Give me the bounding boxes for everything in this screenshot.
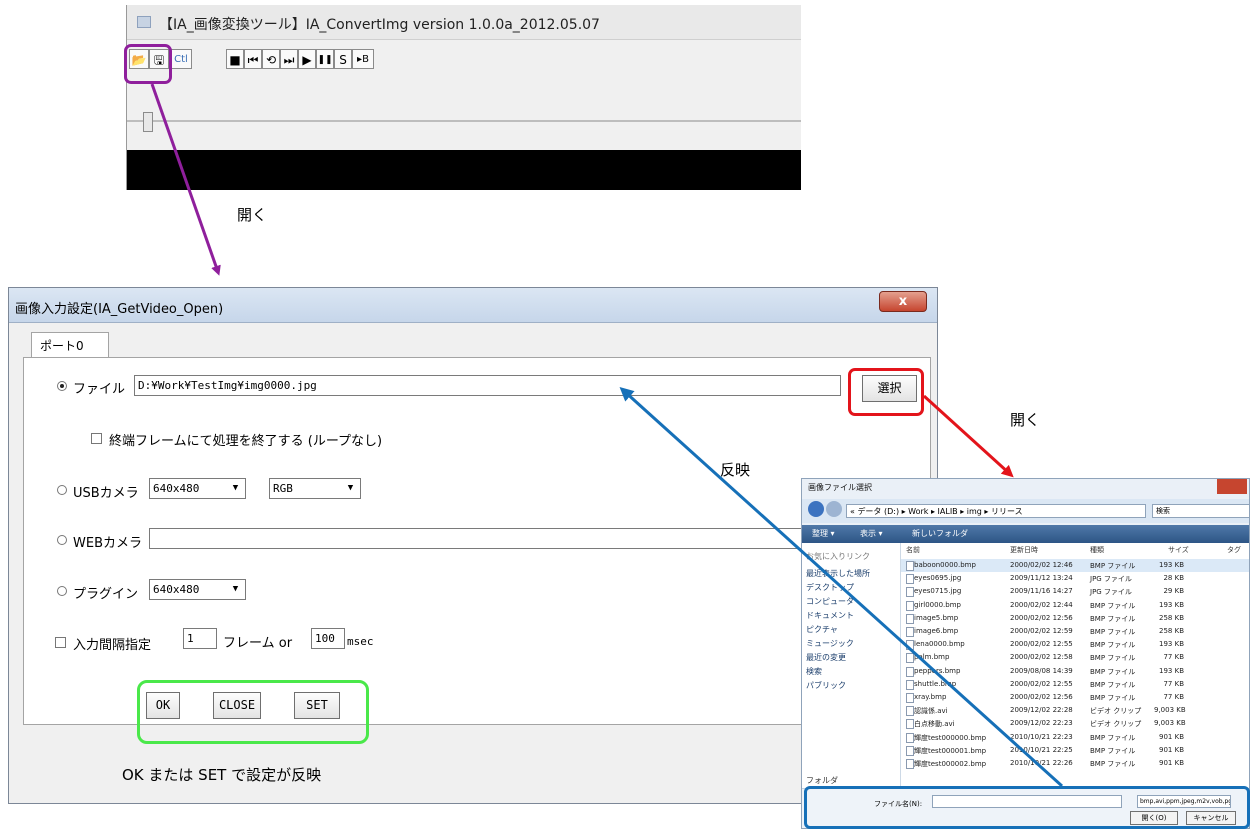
open-arrow-red: [922, 394, 1014, 478]
open-arrow-purple: [150, 83, 221, 276]
reflect-arrow-blue: [619, 386, 1064, 788]
annotation-arrows: [150, 83, 1064, 788]
